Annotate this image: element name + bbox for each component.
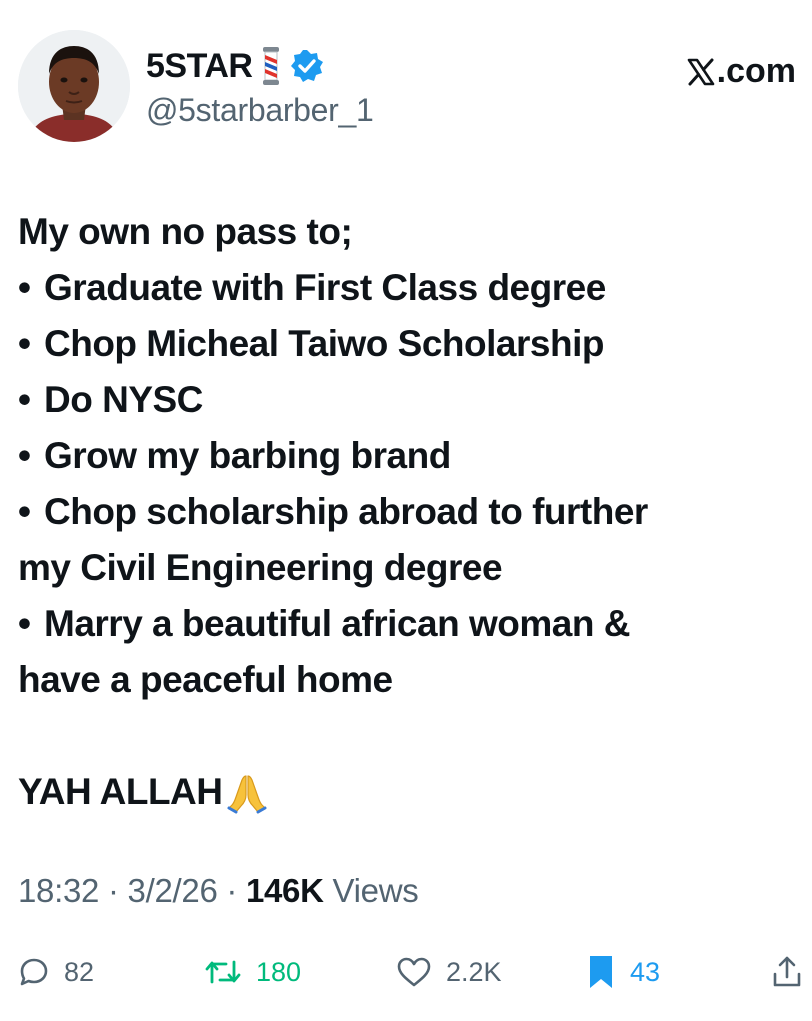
heart-icon [397,957,431,987]
display-name-row: 5STAR [146,46,374,86]
tweet-actions: 82 180 2.2K 43 [18,950,808,994]
reply-button[interactable]: 82 [18,950,94,994]
bullet: • [18,323,31,364]
tweet-date[interactable]: 3/2/26 [128,872,218,909]
list-item-text: Chop Micheal Taiwo Scholarship [44,323,604,364]
list-item: • Grow my barbing brand [18,428,798,484]
avatar-photo [18,30,130,142]
list-item-continuation: have a peaceful home [18,659,393,700]
display-name[interactable]: 5STAR [146,47,253,86]
share-button[interactable] [772,950,812,994]
list-item: • Graduate with First Class degree [18,260,798,316]
verified-badge-icon[interactable] [290,49,324,83]
author-handle[interactable]: @5starbarber_1 [146,92,374,129]
bullet: • [18,267,31,308]
like-count: 2.2K [446,956,502,987]
retweet-button[interactable]: 180 [204,950,301,994]
list-item: • Do NYSC [18,372,798,428]
bullet: • [18,603,31,644]
list-item-text: Graduate with First Class degree [44,267,606,308]
like-button[interactable]: 2.2K [396,950,502,994]
closing-text: YAH ALLAH [18,771,223,812]
list-item-text: Marry a beautiful african woman & [44,603,630,644]
reply-icon [20,958,48,986]
tweet-header: 5STAR @5starbarber_1 .com [18,30,798,145]
tweet-time[interactable]: 18:32 [18,872,99,909]
tweet-intro: My own no pass to; [18,211,353,252]
list-item: • Chop scholarship abroad to further [18,484,798,540]
avatar[interactable] [18,30,130,142]
tweet-text: My own no pass to; • Graduate with First … [18,204,798,820]
views-label: Views [332,872,419,909]
list-item: • Marry a beautiful african woman & [18,596,798,652]
list-item-text: Chop scholarship abroad to further [44,491,648,532]
retweet-icon [205,960,241,984]
retweet-count: 180 [256,956,302,987]
author-names: 5STAR @5starbarber_1 [146,46,374,129]
bookmark-button[interactable]: 43 [586,950,660,994]
list-item: • Chop Micheal Taiwo Scholarship [18,316,798,372]
bookmark-icon [590,956,612,988]
views-count[interactable]: 146K [246,872,324,909]
pray-icon [227,775,266,814]
meta-separator: · [107,872,119,909]
bullet: • [18,435,31,476]
tweet-closing: YAH ALLAH [18,764,798,820]
x-brand[interactable]: .com [686,52,796,91]
list-item-text: Grow my barbing brand [44,435,451,476]
bookmark-count: 43 [630,956,661,987]
reply-count: 82 [64,956,95,987]
bullet: • [18,491,31,532]
barber-pole-icon [260,47,282,85]
list-item-text: Do NYSC [44,379,203,420]
x-brand-text: .com [716,52,796,90]
bullet: • [18,379,31,420]
x-logo-icon [687,58,714,85]
tweet-meta: 18:32 · 3/2/26 · 146K Views [18,872,419,910]
share-icon [773,956,801,987]
list-item-continuation: my Civil Engineering degree [18,547,503,588]
meta-separator: · [226,872,238,909]
